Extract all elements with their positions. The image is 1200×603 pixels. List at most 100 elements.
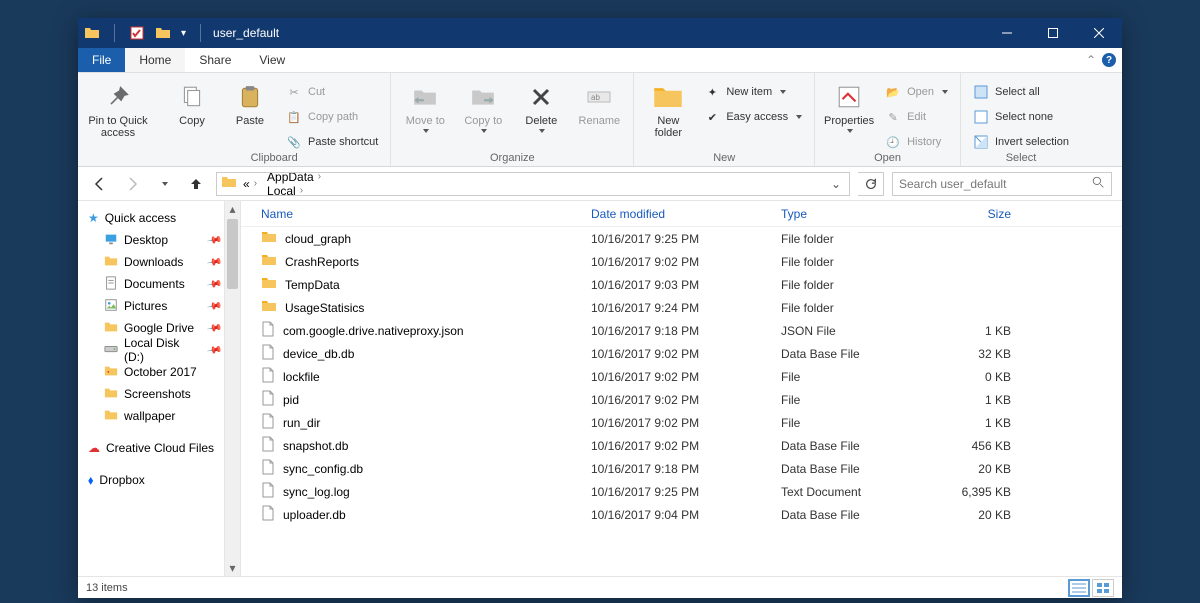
nav-item[interactable]: Desktop📌: [88, 229, 240, 251]
file-row[interactable]: sync_log.log10/16/2017 9:25 PMText Docum…: [241, 480, 1122, 503]
easy-access-button[interactable]: ✔Easy access: [700, 106, 806, 128]
nav-item[interactable]: Pictures📌: [88, 295, 240, 317]
open-button[interactable]: 📂Open: [881, 81, 952, 103]
nav-item-icon: [104, 276, 118, 293]
file-icon: [261, 298, 277, 317]
column-type[interactable]: Type: [781, 207, 921, 221]
file-icon: [261, 482, 275, 501]
file-row[interactable]: CrashReports10/16/2017 9:02 PMFile folde…: [241, 250, 1122, 273]
file-row[interactable]: com.google.drive.nativeproxy.json10/16/2…: [241, 319, 1122, 342]
new-folder-button[interactable]: New folder: [642, 77, 694, 139]
move-to-button[interactable]: Move to: [399, 77, 451, 133]
scroll-down-icon[interactable]: ▾: [225, 560, 240, 576]
file-icon: [261, 459, 275, 478]
properties-button[interactable]: Properties: [823, 77, 875, 133]
svg-text:ab: ab: [591, 93, 600, 102]
refresh-button[interactable]: [858, 172, 884, 196]
file-icon: [261, 275, 277, 294]
file-row[interactable]: TempData10/16/2017 9:03 PMFile folder: [241, 273, 1122, 296]
tab-home[interactable]: Home: [125, 48, 185, 72]
new-item-button[interactable]: ✦New item: [700, 81, 806, 103]
scroll-thumb[interactable]: [227, 219, 238, 289]
file-row[interactable]: UsageStatisics10/16/2017 9:24 PMFile fol…: [241, 296, 1122, 319]
file-size: 456 KB: [921, 439, 1041, 453]
view-details-button[interactable]: [1068, 579, 1090, 597]
nav-item[interactable]: October 2017: [88, 361, 240, 383]
file-date: 10/16/2017 9:02 PM: [591, 370, 781, 384]
nav-item[interactable]: Local Disk (D:)📌: [88, 339, 240, 361]
paste-button[interactable]: Paste: [224, 77, 276, 127]
nav-item[interactable]: wallpaper: [88, 405, 240, 427]
file-type: File folder: [781, 278, 921, 292]
file-row[interactable]: uploader.db10/16/2017 9:04 PMData Base F…: [241, 503, 1122, 526]
address-bar[interactable]: « › Local Disk (C:) ›Users ›fatiw ›AppDa…: [216, 172, 850, 196]
file-row[interactable]: sync_config.db10/16/2017 9:18 PMData Bas…: [241, 457, 1122, 480]
quick-access-group[interactable]: ★ Quick access: [88, 207, 240, 229]
copy-to-button[interactable]: Copy to: [457, 77, 509, 133]
file-row[interactable]: pid10/16/2017 9:02 PMFile1 KB: [241, 388, 1122, 411]
tab-file[interactable]: File: [78, 48, 125, 72]
select-none-button[interactable]: Select none: [969, 106, 1073, 128]
paste-shortcut-button[interactable]: 📎Paste shortcut: [282, 131, 382, 150]
nav-item[interactable]: Screenshots: [88, 383, 240, 405]
file-type: File folder: [781, 255, 921, 269]
rename-button[interactable]: ab Rename: [573, 77, 625, 127]
open-icon: 📂: [885, 84, 901, 100]
file-size: 6,395 KB: [921, 485, 1041, 499]
file-row[interactable]: snapshot.db10/16/2017 9:02 PMData Base F…: [241, 434, 1122, 457]
copy-button[interactable]: Copy: [166, 77, 218, 127]
invert-selection-button[interactable]: Invert selection: [969, 131, 1073, 150]
nav-recent-dropdown[interactable]: [152, 172, 176, 196]
scroll-up-icon[interactable]: ▴: [225, 201, 240, 217]
file-name: CrashReports: [285, 255, 359, 269]
pin-to-quick-access-button[interactable]: Pin to Quick access: [86, 77, 150, 139]
creative-cloud-group[interactable]: ☁ Creative Cloud Files: [88, 437, 240, 459]
breadcrumb-overflow[interactable]: « ›: [239, 177, 261, 191]
cut-button[interactable]: ✂Cut: [282, 81, 382, 103]
file-date: 10/16/2017 9:02 PM: [591, 416, 781, 430]
tab-share[interactable]: Share: [185, 48, 245, 72]
nav-forward-button[interactable]: [120, 172, 144, 196]
column-name[interactable]: Name: [241, 207, 591, 221]
nav-item[interactable]: Documents📌: [88, 273, 240, 295]
nav-back-button[interactable]: [88, 172, 112, 196]
qat-folder-icon[interactable]: [155, 25, 171, 41]
file-row[interactable]: device_db.db10/16/2017 9:02 PMData Base …: [241, 342, 1122, 365]
breadcrumb-segment[interactable]: AppData ›: [263, 172, 357, 184]
help-icon[interactable]: ?: [1102, 53, 1116, 67]
nav-up-button[interactable]: [184, 172, 208, 196]
collapse-ribbon-icon[interactable]: ⌃: [1086, 53, 1096, 67]
nav-item-icon: [104, 320, 118, 337]
column-size[interactable]: Size: [921, 207, 1041, 221]
file-type: Data Base File: [781, 347, 921, 361]
delete-button[interactable]: Delete: [515, 77, 567, 133]
file-row[interactable]: lockfile10/16/2017 9:02 PMFile0 KB: [241, 365, 1122, 388]
qat-checkbox-icon[interactable]: [129, 25, 145, 41]
cut-icon: ✂: [286, 84, 302, 100]
file-date: 10/16/2017 9:02 PM: [591, 393, 781, 407]
edit-button[interactable]: ✎Edit: [881, 106, 952, 128]
tab-view[interactable]: View: [245, 48, 299, 72]
file-row[interactable]: cloud_graph10/16/2017 9:25 PMFile folder: [241, 227, 1122, 250]
nav-scrollbar[interactable]: ▴ ▾: [224, 201, 240, 576]
select-all-button[interactable]: Select all: [969, 81, 1073, 103]
history-button[interactable]: 🕘History: [881, 131, 952, 150]
dropbox-group[interactable]: ⬧ Dropbox: [88, 469, 240, 491]
file-name: snapshot.db: [283, 439, 348, 453]
qat-dropdown-icon[interactable]: ▾: [181, 28, 186, 39]
file-row[interactable]: run_dir10/16/2017 9:02 PMFile1 KB: [241, 411, 1122, 434]
view-icons-button[interactable]: [1092, 579, 1114, 597]
nav-item[interactable]: Downloads📌: [88, 251, 240, 273]
search-input[interactable]: Search user_default: [892, 172, 1112, 196]
navigation-pane: ★ Quick access Desktop📌Downloads📌Documen…: [78, 201, 241, 576]
file-size: 0 KB: [921, 370, 1041, 384]
copy-path-button[interactable]: 📋Copy path: [282, 106, 382, 128]
close-button[interactable]: [1076, 18, 1122, 48]
column-date[interactable]: Date modified: [591, 207, 781, 221]
file-date: 10/16/2017 9:25 PM: [591, 485, 781, 499]
maximize-button[interactable]: [1030, 18, 1076, 48]
breadcrumb-segment[interactable]: Local ›: [263, 184, 357, 196]
minimize-button[interactable]: [984, 18, 1030, 48]
address-dropdown-icon[interactable]: ⌄: [827, 177, 845, 191]
file-date: 10/16/2017 9:18 PM: [591, 462, 781, 476]
